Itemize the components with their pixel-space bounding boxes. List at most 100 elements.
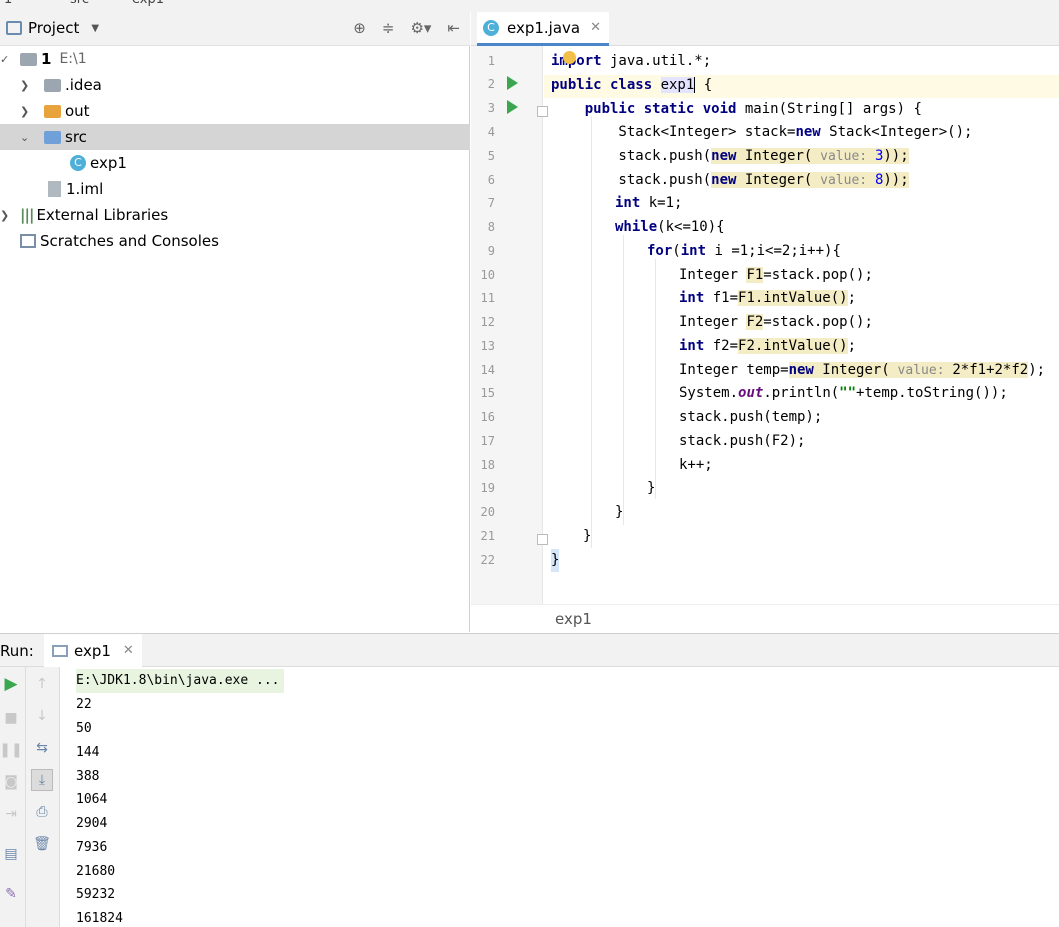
static-field: out (738, 385, 764, 401)
code-text: java.util.*; (601, 53, 712, 69)
layout-icon[interactable]: ▤ (0, 843, 22, 865)
console-toolbar: ↑ ↓ ⇆ ⤓ ⎙ 🗑 (26, 667, 60, 927)
line-number: 12 (480, 315, 495, 329)
console-line: 59232 (76, 887, 116, 902)
scroll-to-end-icon[interactable]: ⤓ (31, 769, 53, 791)
console-line: 161824 (76, 911, 123, 926)
close-icon[interactable]: ✕ (123, 643, 134, 658)
code-text: stack.push( (551, 148, 712, 164)
tree-item-src[interactable]: ⌄ src (0, 124, 470, 150)
camera-icon[interactable]: ◙ (0, 771, 22, 793)
stop-icon[interactable]: ■ (0, 707, 22, 729)
code-line-5: stack.push(new Integer( value: 3)); (551, 145, 909, 168)
up-arrow-icon[interactable]: ↑ (31, 673, 53, 695)
rerun-icon[interactable]: ▶ (0, 673, 22, 695)
code-text: main(String[] args) { (744, 101, 922, 117)
pause-icon[interactable]: ❚❚ (0, 739, 23, 761)
run-tool-window: Run: exp1 ✕ ▶ ■ ❚❚ ◙ ⇥ ▤ ✎ ↑ ↓ ⇆ ⤓ ⎙ 🗑 E… (0, 633, 1059, 927)
chevron-right-icon[interactable]: ❯ (20, 105, 29, 118)
tree-item-iml[interactable]: 1.iml (0, 176, 470, 202)
tree-item-out[interactable]: ❯ out (0, 98, 470, 124)
line-number: 6 (487, 173, 495, 187)
code-line-2: public class exp1 { (551, 74, 713, 97)
console-output[interactable]: E:\JDK1.8\bin\java.exe ... 22 50 144 388… (72, 667, 1059, 927)
console-icon (52, 644, 68, 657)
pin-icon[interactable]: ✎ (0, 883, 22, 905)
line-number: 21 (480, 529, 495, 543)
code-line-20: } (615, 504, 624, 520)
down-arrow-icon[interactable]: ↓ (31, 705, 53, 727)
tree-item-idea[interactable]: ❯ .idea (0, 72, 470, 98)
variable-highlight: F2.intValue() (738, 338, 848, 354)
line-number: 20 (480, 505, 495, 519)
tree-item-exp1[interactable]: C exp1 (0, 150, 470, 176)
fold-marker-icon[interactable] (537, 534, 548, 545)
code-text: ; (847, 290, 857, 306)
keyword: int (680, 243, 707, 259)
code-line-7: int k=1; (615, 192, 682, 215)
run-tab-exp1[interactable]: exp1 ✕ (44, 634, 142, 667)
chevron-down-icon[interactable]: ✓ (0, 53, 9, 66)
code-text: ); (1028, 362, 1046, 378)
collapse-all-icon[interactable]: ≑ (382, 19, 395, 37)
tree-item-label: exp1 (90, 154, 127, 172)
close-icon[interactable]: ✕ (590, 20, 601, 35)
code-text: i =1;i<=2;i++){ (706, 243, 841, 259)
libraries-icon: ||| (20, 206, 34, 224)
code-line-9: for(int i =1;i<=2;i++){ (647, 240, 841, 263)
breadcrumb-item[interactable]: exp1 (132, 0, 164, 7)
console-line: 7936 (76, 840, 108, 855)
code-text: +temp.toString()); (856, 385, 1008, 401)
hide-icon[interactable]: ⇤ (447, 19, 460, 37)
code-text: Integer( (813, 362, 890, 378)
run-class-icon[interactable] (507, 76, 518, 90)
tree-item-label: 1 (41, 50, 52, 68)
project-header-toolbar: ⊕ ≑ ⚙▾ ⇤ (353, 19, 460, 37)
gear-icon[interactable]: ⚙▾ (410, 19, 431, 37)
tree-item-scratches[interactable]: Scratches and Consoles (0, 228, 470, 254)
tree-item-external-libraries[interactable]: ❯ ||| External Libraries (0, 202, 470, 228)
chevron-right-icon[interactable]: ❯ (20, 79, 29, 92)
tab-label: exp1.java (507, 18, 581, 37)
tree-item-label: out (65, 102, 90, 120)
console-line: 21680 (76, 864, 116, 879)
code-area[interactable]: import java.util.*; public class exp1 { … (551, 46, 1059, 604)
code-text: Integer( (736, 172, 813, 188)
code-text: =stack.pop(); (763, 267, 873, 283)
soft-wrap-icon[interactable]: ⇆ (31, 737, 53, 759)
run-main-icon[interactable] (507, 100, 518, 114)
tree-item-root[interactable]: ✓ 1 E:\1 (0, 46, 470, 72)
tree-item-label: External Libraries (36, 206, 169, 224)
lightbulb-icon[interactable] (563, 51, 576, 64)
chevron-down-icon[interactable]: ⌄ (20, 131, 29, 144)
fold-marker-icon[interactable] (537, 106, 548, 117)
root-path: E:\1 (59, 51, 87, 67)
project-icon (6, 21, 22, 35)
editor-gutter: 1 2 3 4 5 6 7 8 9 10 11 12 13 14 15 16 1… (471, 46, 548, 604)
breadcrumb-item[interactable]: 1 (4, 0, 12, 7)
line-number: 8 (487, 220, 495, 234)
tab-exp1-java[interactable]: C exp1.java ✕ (477, 12, 610, 46)
editor-tabs: C exp1.java ✕ (471, 12, 1059, 46)
project-header: Project ▼ ⊕ ≑ ⚙▾ ⇤ (0, 12, 470, 46)
keyword: int (679, 290, 705, 306)
code-text: System. (679, 385, 739, 401)
exit-icon[interactable]: ⇥ (0, 803, 22, 825)
console-line: 22 (76, 697, 92, 712)
line-number: 14 (480, 363, 495, 377)
breadcrumb-item[interactable]: exp1 (555, 610, 592, 628)
class-icon: C (483, 19, 499, 36)
chevron-right-icon[interactable]: ❯ (0, 209, 9, 222)
breadcrumb-item[interactable]: src (70, 0, 89, 7)
code-text: { (694, 77, 713, 93)
code-line-16: stack.push(temp); (679, 409, 823, 425)
parameter-hint: value: (812, 149, 875, 164)
code-line-17: stack.push(F2); (679, 433, 806, 449)
line-number: 5 (487, 149, 495, 163)
trash-icon[interactable]: 🗑 (31, 833, 53, 855)
print-icon[interactable]: ⎙ (31, 801, 53, 823)
line-number: 15 (480, 386, 495, 400)
keyword: new (711, 172, 737, 188)
project-view-selector[interactable]: Project ▼ (6, 19, 99, 37)
locate-icon[interactable]: ⊕ (353, 19, 366, 37)
